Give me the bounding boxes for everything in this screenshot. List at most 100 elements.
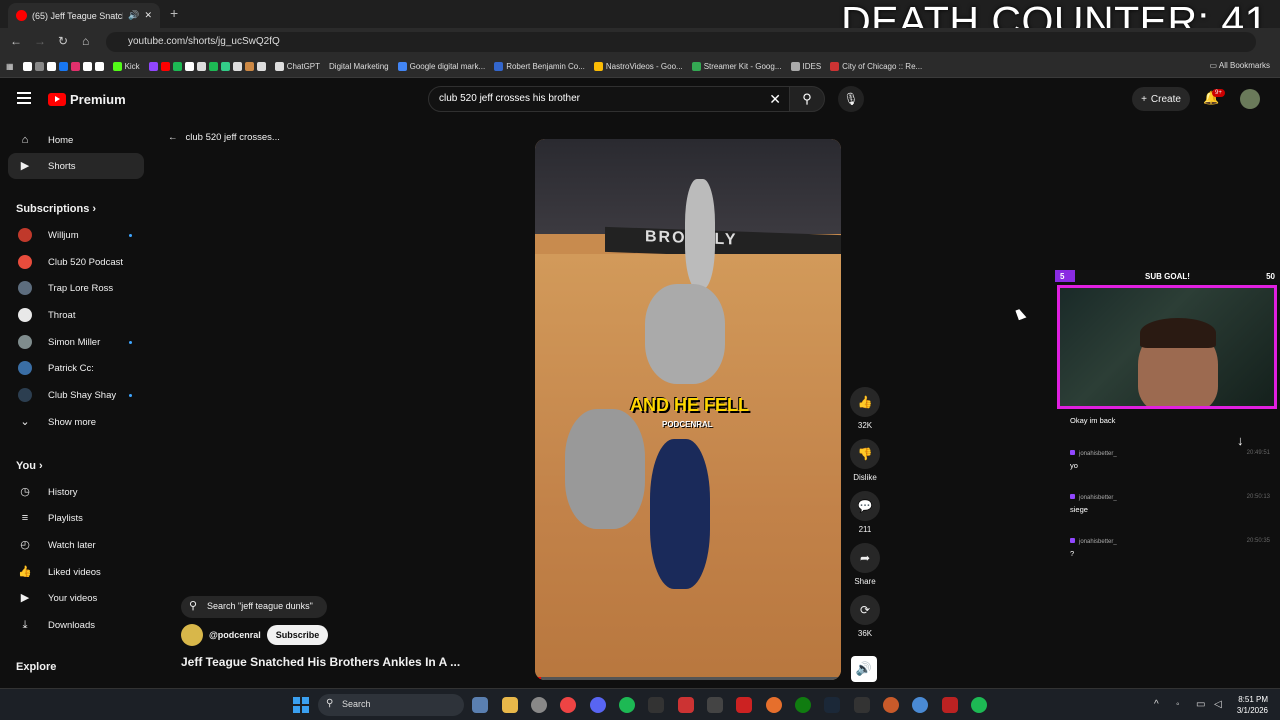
channel-name[interactable]: @podcenral [209,630,261,640]
history-icon: ◷ [20,486,30,498]
sidebar-item-home[interactable]: ⌂ Home [8,127,144,153]
subscriptions-heading[interactable]: Subscriptions › [16,203,96,215]
subscription-simon-miller[interactable]: Simon Miller [8,329,144,355]
chat-badge-icon [1070,494,1075,499]
streamer-hair [1140,318,1216,348]
volume-button[interactable]: 🔊 [851,656,877,682]
search-button[interactable]: ⚲ [789,86,825,112]
scroll-down-arrow-icon[interactable]: ↓ [1237,433,1244,448]
youtube-favicon-icon [16,10,27,21]
app-icon[interactable] [678,697,694,713]
chrome-icon[interactable] [560,697,576,713]
speaker-icon: 🔊 [855,661,873,676]
app-icon[interactable] [942,697,958,713]
avatar[interactable] [1240,89,1260,109]
taskbar-search[interactable]: ⚲ Search [318,694,464,716]
volume-icon[interactable]: ◁ [1214,699,1222,710]
bookmark-kick[interactable]: Kick [112,62,140,71]
bookmark-chatgpt[interactable]: ChatGPT [274,62,320,71]
back-arrow-icon[interactable]: ← [10,34,22,48]
bookmark-digital-marketing[interactable]: Digital Marketing [329,62,389,71]
file-explorer-icon[interactable] [502,697,518,713]
settings-app-icon[interactable] [472,697,488,713]
spotify-icon[interactable] [971,697,987,713]
sidebar-item-your-videos[interactable]: ▶ Your videos [8,585,144,611]
sidebar-item-history[interactable]: ◷ History [8,479,144,505]
mouse-cursor [1015,307,1027,321]
youtube-logo[interactable]: Premium [48,92,126,107]
sub-goal-target: 50 [1266,272,1275,281]
video-watermark: PODCENRAL [662,420,713,429]
create-button[interactable]: + Create [1132,87,1190,111]
sidebar-item-watch-later[interactable]: ◴ Watch later [8,532,144,558]
windows-start-icon[interactable] [293,697,309,713]
app-icon[interactable] [912,697,928,713]
bookmark-google-digital[interactable]: Google digital mark... [397,62,485,71]
close-tab-icon[interactable]: ✕ [144,10,152,21]
epic-games-icon[interactable] [854,697,870,713]
shorts-video-player[interactable]: BROOKLY AND HE FELL PODCENRAL [535,139,841,680]
video-progress-bar[interactable] [535,677,841,680]
show-more-button[interactable]: ⌄ Show more [8,409,144,435]
bookmark-ides[interactable]: IDES [790,62,821,71]
channel-avatar [18,255,32,269]
comments-button[interactable]: 💬 [850,491,880,521]
home-nav-icon[interactable]: ⌂ [82,34,89,48]
bookmark-city-of-chicago[interactable]: City of Chicago :: Re... [830,62,922,71]
channel-avatar [18,281,32,295]
subscription-club-shay-shay[interactable]: Club Shay Shay [8,382,144,408]
app-icon[interactable] [648,697,664,713]
remix-button[interactable]: ⟳ [850,595,880,625]
you-heading[interactable]: You › [16,460,43,472]
speaker-icon[interactable]: 🔊 [128,10,139,21]
subscription-willjum[interactable]: Willjum [8,222,144,248]
folder-icon: ▭ [1209,61,1219,70]
apps-icon[interactable]: ▦ [6,62,14,71]
voice-search-button[interactable]: 🎙 [838,86,864,112]
subscription-patrick-cc[interactable]: Patrick Cc: [8,355,144,381]
like-button[interactable]: 👍 [850,387,880,417]
video-title[interactable]: Jeff Teague Snatched His Brothers Ankles… [181,655,460,669]
tray-icon[interactable]: ◦ [1176,699,1180,710]
like-count: 32K [857,421,873,430]
dislike-button[interactable]: 👎 [850,439,880,469]
network-icon[interactable]: ▭ [1196,699,1205,710]
xbox-icon[interactable] [795,697,811,713]
sidebar-item-shorts[interactable]: ▶ Shorts [8,153,144,179]
forward-arrow-icon[interactable]: → [34,34,46,48]
address-bar[interactable]: youtube.com/shorts/jg_ucSwQ2fQ [106,32,1256,52]
app-icon[interactable] [531,697,547,713]
search-input[interactable]: club 520 jeff crosses his brother ✕ [428,86,790,112]
clear-search-icon[interactable]: ✕ [769,91,781,108]
new-tab-button[interactable]: + [170,5,178,21]
player-figure [645,284,725,384]
all-bookmarks[interactable]: ▭ All Bookmarks [1210,61,1270,70]
sidebar-item-downloads[interactable]: ⤓ Downloads [8,612,144,638]
subscription-trap-lore-ross[interactable]: Trap Lore Ross [8,275,144,301]
bookmark-robert-benjamin[interactable]: Robert Benjamin Co... [494,62,585,71]
back-to-search[interactable]: ← club 520 jeff crosses... [168,132,280,143]
share-button[interactable]: ➦ [850,543,880,573]
bookmark-streamer-kit[interactable]: Streamer Kit - Goog... [691,62,782,71]
subscription-throat[interactable]: Throat [8,302,144,328]
related-search-chip[interactable]: ⚲ Search "jeff teague dunks" [181,596,327,618]
app-icon[interactable] [766,697,782,713]
channel-avatar[interactable] [181,624,203,646]
browser-tab[interactable]: (65) Jeff Teague Snatched Hi 🔊 ✕ [8,3,160,28]
menu-icon[interactable] [17,92,31,104]
playlists-icon: ≡ [21,512,29,524]
bookmark-nastrovideos[interactable]: NastroVideos - Goo... [593,62,683,71]
system-clock[interactable]: 8:51 PM 3/1/2026 [1237,694,1268,716]
spotify-icon[interactable] [619,697,635,713]
app-icon[interactable] [736,697,752,713]
tray-chevron-icon[interactable]: ^ [1154,699,1159,710]
reload-icon[interactable]: ↻ [58,34,68,48]
steam-icon[interactable] [824,697,840,713]
sidebar-item-playlists[interactable]: ≡ Playlists [8,505,144,531]
discord-icon[interactable] [590,697,606,713]
app-icon[interactable] [883,697,899,713]
subscription-club-520[interactable]: Club 520 Podcast [8,249,144,275]
app-icon[interactable] [707,697,723,713]
sidebar-item-liked-videos[interactable]: 👍 Liked videos [8,559,144,585]
subscribe-button[interactable]: Subscribe [266,625,329,645]
